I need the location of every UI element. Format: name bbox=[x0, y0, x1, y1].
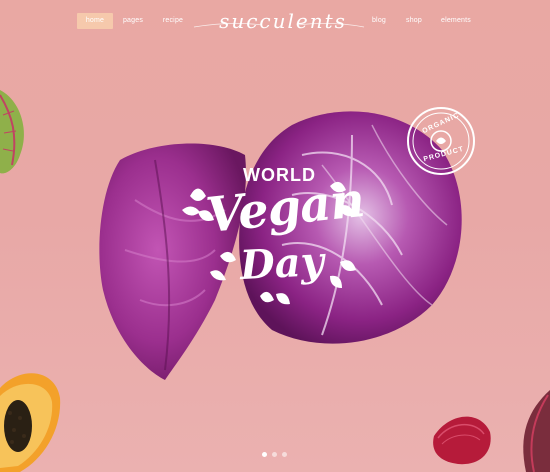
nav-item-recipe[interactable]: recipe bbox=[157, 13, 189, 29]
main-navigation: home pages recipe succulents blog shop e… bbox=[0, 0, 550, 42]
slider-dot[interactable] bbox=[282, 452, 287, 457]
leaf-icon bbox=[523, 390, 550, 472]
nav-item-home[interactable]: home bbox=[77, 13, 113, 29]
organic-badge-icon: ORGANIC PRODUCT bbox=[404, 104, 478, 178]
nav-item-blog[interactable]: blog bbox=[366, 13, 392, 29]
papaya-image bbox=[0, 373, 61, 472]
nav-item-pages[interactable]: pages bbox=[118, 13, 148, 29]
slider-pagination bbox=[262, 452, 292, 458]
logo-flourish-icon bbox=[193, 23, 365, 28]
leaf-icon bbox=[182, 181, 356, 305]
nav-item-shop[interactable]: shop bbox=[400, 13, 428, 29]
slider-dot[interactable] bbox=[272, 452, 277, 457]
beet-image bbox=[433, 416, 491, 465]
slider-dot[interactable] bbox=[262, 452, 267, 457]
nav-item-elements[interactable]: elements bbox=[437, 13, 475, 29]
hero-slider: home pages recipe succulents blog shop e… bbox=[0, 0, 550, 472]
leaf-icon bbox=[0, 90, 24, 174]
